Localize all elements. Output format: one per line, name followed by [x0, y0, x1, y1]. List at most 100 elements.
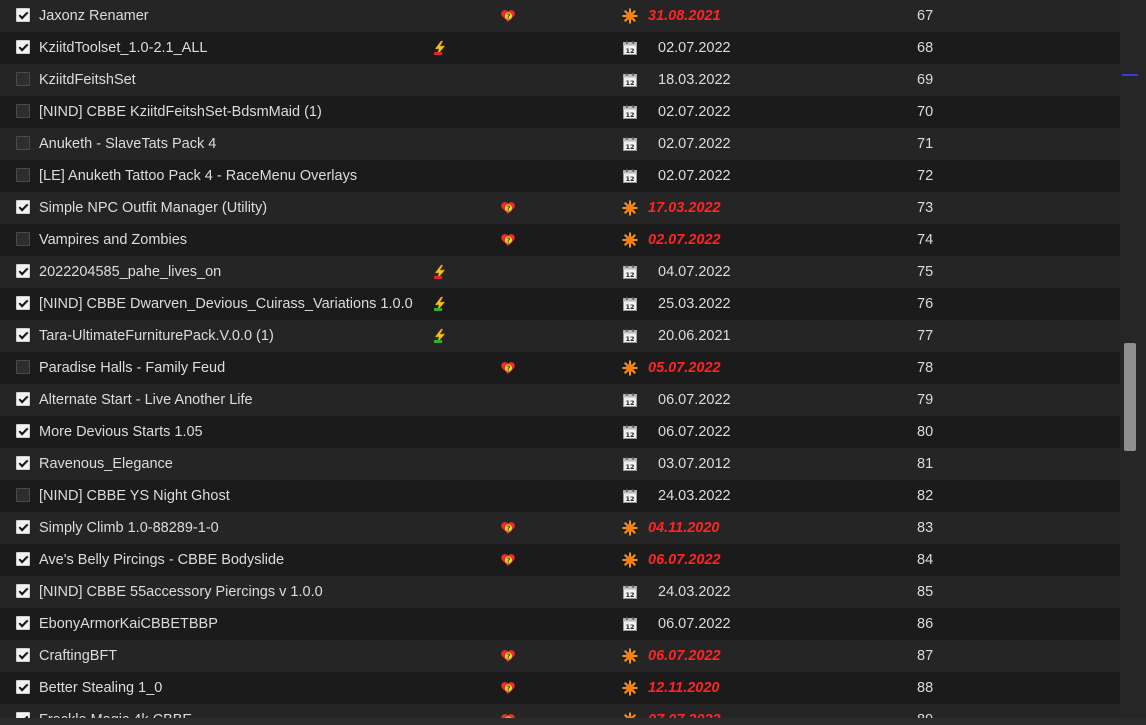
svg-text:12: 12 [625, 335, 634, 343]
enable-checkbox[interactable] [16, 232, 30, 246]
mod-row[interactable]: [LE] Anuketh Tattoo Pack 4 - RaceMenu Ov… [0, 160, 1120, 192]
priority-value: 88 [917, 680, 934, 696]
mod-name: [NIND] CBBE YS Night Ghost [39, 488, 230, 504]
priority-value: 79 [917, 392, 934, 408]
enable-checkbox[interactable] [16, 424, 30, 438]
enable-checkbox[interactable] [16, 584, 30, 598]
install-date: 06.07.2022 [648, 648, 721, 664]
install-date: 12.11.2020 [648, 680, 720, 696]
install-date: 18.03.2022 [658, 72, 731, 88]
mod-row[interactable]: More Devious Starts 1.05 12 06.07.2022 80 [0, 416, 1120, 448]
mod-name: Vampires and Zombies [39, 232, 188, 248]
svg-text:12: 12 [625, 431, 634, 439]
svg-text:12: 12 [625, 111, 634, 119]
priority-value: 74 [917, 232, 934, 248]
enable-checkbox[interactable] [16, 360, 30, 374]
mod-row[interactable]: Ravenous_Elegance 12 03.07.2012 81 [0, 448, 1120, 480]
enable-checkbox[interactable] [16, 72, 30, 86]
priority-value: 69 [917, 72, 934, 88]
vertical-scrollbar[interactable] [1120, 0, 1146, 725]
mod-row[interactable]: Paradise Halls - Family Feud ? 05.07.202… [0, 352, 1120, 384]
mod-row[interactable]: [NIND] CBBE Dwarven_Devious_Cuirass_Vari… [0, 288, 1120, 320]
enable-checkbox[interactable] [16, 104, 30, 118]
mod-row[interactable]: Simple NPC Outfit Manager (Utility) ? 17… [0, 192, 1120, 224]
mod-row[interactable]: Ave's Belly Pircings - CBBE Bodyslide ? … [0, 544, 1120, 576]
mod-row[interactable]: Better Stealing 1_0 ? 12.11.2020 88 [0, 672, 1120, 704]
install-date: 06.07.2022 [658, 424, 731, 440]
priority-value: 67 [917, 8, 934, 24]
calendar-icon: 12 [622, 264, 638, 280]
mod-row[interactable]: CraftingBFT ? 06.07.2022 87 [0, 640, 1120, 672]
enable-checkbox[interactable] [16, 392, 30, 406]
mod-row[interactable]: Simply Climb 1.0-88289-1-0 ? 04.11.2020 8… [0, 512, 1120, 544]
mod-row[interactable]: EbonyArmorKaiCBBETBBP 12 06.07.2022 86 [0, 608, 1120, 640]
mod-name: EbonyArmorKaiCBBETBBP [39, 616, 218, 632]
priority-value: 80 [917, 424, 934, 440]
svg-text:12: 12 [625, 303, 634, 311]
svg-text:12: 12 [625, 463, 634, 471]
mod-name: [NIND] CBBE KziitdFeitshSet-BdsmMaid (1) [39, 104, 322, 120]
install-date: 06.07.2022 [648, 552, 721, 568]
mod-name: Anuketh - SlaveTats Pack 4 [39, 136, 217, 152]
enable-checkbox[interactable] [16, 8, 30, 22]
enable-checkbox[interactable] [16, 520, 30, 534]
mod-row[interactable]: [NIND] CBBE YS Night Ghost 12 24.03.2022… [0, 480, 1120, 512]
enable-checkbox[interactable] [16, 136, 30, 150]
install-date: 06.07.2022 [658, 616, 731, 632]
mod-name: Jaxonz Renamer [39, 8, 149, 24]
install-date: 24.03.2022 [658, 488, 731, 504]
enable-checkbox[interactable] [16, 552, 30, 566]
update-available-icon [432, 264, 448, 280]
enable-checkbox[interactable] [16, 200, 30, 214]
install-date: 31.08.2021 [648, 8, 721, 24]
mod-row[interactable]: [NIND] CBBE KziitdFeitshSet-BdsmMaid (1)… [0, 96, 1120, 128]
install-date: 04.11.2020 [648, 520, 720, 536]
enable-checkbox[interactable] [16, 648, 30, 662]
enable-checkbox[interactable] [16, 616, 30, 630]
enable-checkbox[interactable] [16, 680, 30, 694]
install-date: 03.07.2012 [658, 456, 731, 472]
priority-value: 73 [917, 200, 934, 216]
install-date: 04.07.2022 [658, 264, 731, 280]
install-date: 06.07.2022 [658, 392, 731, 408]
enable-checkbox[interactable] [16, 328, 30, 342]
mod-row[interactable]: Anuketh - SlaveTats Pack 4 12 02.07.2022… [0, 128, 1120, 160]
mod-row[interactable]: Vampires and Zombies ? 02.07.2022 74 [0, 224, 1120, 256]
priority-value: 76 [917, 296, 934, 312]
priority-value: 84 [917, 552, 934, 568]
mod-row[interactable]: 2022204585_pahe_lives_on 12 04.07.2022 75 [0, 256, 1120, 288]
update-available-icon [432, 328, 448, 344]
svg-text:?: ? [506, 205, 510, 213]
priority-value: 78 [917, 360, 934, 376]
enable-checkbox[interactable] [16, 296, 30, 310]
mod-row[interactable]: Tara-UltimateFurniturePack.V.0.0 (1) 12 … [0, 320, 1120, 352]
update-available-icon [432, 296, 448, 312]
mod-row[interactable]: KziitdToolset_1.0-2.1_ALL 12 02.07.2022 6… [0, 32, 1120, 64]
mod-name: Paradise Halls - Family Feud [39, 360, 226, 376]
install-date: 02.07.2022 [658, 136, 731, 152]
mod-row[interactable]: Alternate Start - Live Another Life 12 0… [0, 384, 1120, 416]
calendar-icon: 12 [622, 168, 638, 184]
mod-row[interactable]: Jaxonz Renamer ? 31.08.2021 67 [0, 0, 1120, 32]
calendar-icon: 12 [622, 584, 638, 600]
enable-checkbox[interactable] [16, 488, 30, 502]
priority-value: 81 [917, 456, 934, 472]
svg-text:12: 12 [625, 271, 634, 279]
svg-text:12: 12 [625, 47, 634, 55]
svg-text:12: 12 [625, 495, 634, 503]
mod-name: Alternate Start - Live Another Life [39, 392, 253, 408]
enable-checkbox[interactable] [16, 456, 30, 470]
mod-name: [NIND] CBBE 55accessory Piercings v 1.0.… [39, 584, 323, 600]
enable-checkbox[interactable] [16, 168, 30, 182]
svg-text:12: 12 [625, 175, 634, 183]
calendar-icon: 12 [622, 424, 638, 440]
mod-row[interactable]: [NIND] CBBE 55accessory Piercings v 1.0.… [0, 576, 1120, 608]
mod-name: More Devious Starts 1.05 [39, 424, 203, 440]
mod-row[interactable]: KziitdFeitshSet 12 18.03.2022 69 [0, 64, 1120, 96]
horizontal-scrollbar[interactable] [0, 718, 1146, 725]
enable-checkbox[interactable] [16, 264, 30, 278]
missing-info-icon: ? [500, 8, 516, 24]
scroll-thumb[interactable] [1124, 343, 1136, 451]
enable-checkbox[interactable] [16, 40, 30, 54]
sun-burst-icon [622, 552, 638, 568]
